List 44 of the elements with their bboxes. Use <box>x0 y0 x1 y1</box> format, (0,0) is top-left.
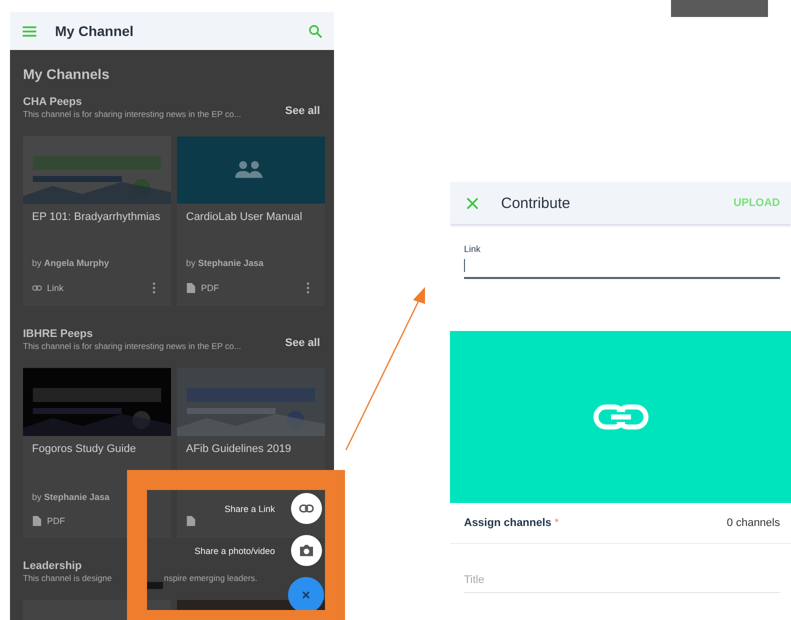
channel-name: Leadership <box>23 560 82 572</box>
badge-icon <box>147 582 163 589</box>
content-type: Link <box>47 283 64 293</box>
card-title: Fogoros Study Guide <box>31 442 137 457</box>
author-line: by Stephanie Jasa <box>185 257 265 268</box>
see-all-link[interactable]: See all <box>285 337 320 349</box>
channel-count[interactable]: 0 channels <box>726 517 780 529</box>
channel-description: This channel is for sharing interesting news in the EP co... <box>23 341 242 351</box>
author-line: by Angela Murphy <box>31 257 110 268</box>
content-type: PDF <box>47 516 65 526</box>
see-all-link[interactable]: See all <box>285 105 320 117</box>
camera-button[interactable] <box>291 535 322 566</box>
document-icon <box>186 516 196 526</box>
channel-description: nspire emerging leaders. <box>164 573 258 583</box>
card-title: EP 101: Bradyarrhythmias <box>31 210 162 225</box>
action-label: Share a photo/video <box>194 546 275 556</box>
link-icon <box>32 283 42 293</box>
card-title: AFib Guidelines 2019 <box>185 442 292 457</box>
more-icon[interactable] <box>306 282 310 294</box>
document-icon <box>32 516 42 526</box>
document-icon <box>186 283 196 293</box>
channel-description: This channel is designe <box>23 573 112 583</box>
search-icon[interactable] <box>308 24 323 38</box>
card-title: CardioLab User Manual <box>185 210 304 225</box>
action-label: Share a Link <box>224 504 275 514</box>
channel-description: This channel is for sharing interesting news in the EP co... <box>23 109 242 119</box>
channel-name: IBHRE Peeps <box>23 328 93 340</box>
channel-name: CHA Peeps <box>23 96 82 108</box>
camera-icon <box>299 544 314 557</box>
content-type: PDF <box>201 283 219 293</box>
content-card[interactable]: EP 101: Bradyarrhythmias by Angela Murphy Link <box>23 136 171 306</box>
more-icon[interactable] <box>152 282 156 294</box>
link-icon <box>299 502 314 515</box>
screen-title: Contribute <box>501 194 570 212</box>
screen-title: My Channel <box>55 23 134 39</box>
close-icon <box>301 590 311 600</box>
content-card[interactable]: Fogoros Study Guide by Stephanie Jasa PDF <box>23 368 171 538</box>
title-field[interactable]: Title <box>464 568 780 593</box>
link-field[interactable]: Link <box>464 244 780 279</box>
page-heading: My Channels <box>23 66 110 82</box>
assign-channels-label: Assign channels * <box>464 517 559 529</box>
author-line: by Stephanie Jasa <box>31 491 111 502</box>
content-card[interactable]: CardioLab User Manual by Stephanie Jasa PDF <box>177 136 325 306</box>
link-icon <box>592 403 648 431</box>
